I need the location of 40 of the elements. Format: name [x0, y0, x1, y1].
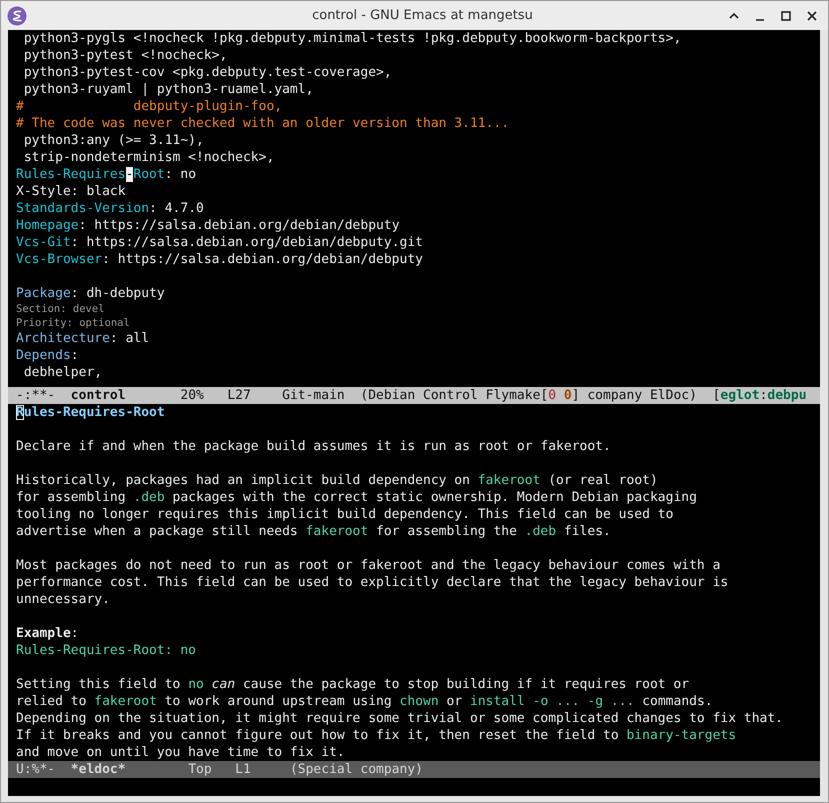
editor-line: Rules-Requires-Root	[16, 404, 165, 421]
editor-line: python3-pytest-cov <pkg.debputy.test-coverage>,	[22, 64, 392, 81]
editor-line: Depends:	[16, 347, 79, 364]
editor-line: tooling no longer requires this implicit build dependency. This field can be used to	[16, 506, 674, 523]
editor-line: Vcs-Git: https://salsa.debian.org/debian/debputy.git	[16, 234, 423, 251]
editor-line: for assembling .deb packages with the correct static ownership. Modern Debian packaging	[16, 489, 697, 506]
editor-line: X-Style: black	[16, 183, 126, 200]
editor-line: debhelper,	[22, 364, 102, 381]
editor-line: and move on until you have time to fix it.	[16, 744, 345, 761]
editor-line: Priority: optional	[16, 316, 130, 330]
editor-line: Homepage: https://salsa.debian.org/debian/debputy	[16, 217, 400, 234]
editor-line: Setting this field to no can cause the package to stop building if it requires root or	[16, 676, 690, 693]
editor-line: python3-pygls <!nocheck !pkg.debputy.minimal-tests !pkg.debputy.bookworm-backports>,	[22, 30, 682, 47]
editor-line: # debputy-plugin-foo,	[16, 98, 282, 115]
editor-line: relied to fakeroot to work around upstream using chown or install -o ... -g ... commands.	[16, 693, 713, 710]
maximize-icon[interactable]	[780, 10, 792, 22]
close-icon[interactable]	[806, 10, 818, 22]
editor-line: Declare if and when the package build assumes it is run as root or fakeroot.	[16, 438, 611, 455]
editor-line: Most packages do not need to run as root or fakeroot and the legacy behaviour comes with a	[16, 557, 720, 574]
editor-line: If it breaks and you cannot figure out how to fix it, then reset the field to binary-targets	[16, 727, 736, 744]
editor-line: python3-ruyaml | python3-ruamel.yaml,	[22, 81, 314, 98]
editor-line: # The code was never checked with an older version than 3.11...	[16, 115, 510, 132]
editor-line: Rules-Requires-Root: no	[16, 642, 196, 659]
editor-line: Standards-Version: 4.7.0	[16, 200, 204, 217]
editor-line: Depending on the situation, it might require some trivial or some complicated changes to fix that.	[16, 710, 784, 727]
editor-line: Vcs-Browser: https://salsa.debian.org/debian/debputy	[16, 251, 423, 268]
editor-line: Architecture: all	[16, 330, 150, 347]
editor-line: Historically, packages had an implicit build dependency on fakeroot (or real root)	[16, 472, 658, 489]
editor-line: Section: devel	[16, 302, 105, 316]
editor-line: advertise when a package still needs fakeroot for assembling the .deb files.	[16, 523, 611, 540]
editor-line: python3:any (>= 3.11~),	[22, 132, 204, 149]
editor-line: unnecessary.	[16, 591, 110, 608]
window-title: control - GNU Emacs at mangetsu	[311, 8, 534, 23]
editor-line: strip-nondeterminism <!nocheck>,	[22, 149, 274, 166]
app-logo-icon	[7, 6, 27, 26]
editor-line: Package: dh-debputy	[16, 285, 165, 302]
editor-line: performance cost. This field can be used to explicitly declare that the legacy behaviour is	[16, 574, 728, 591]
editor-line: Example:	[16, 625, 79, 642]
editor-line: python3-pytest <!nocheck>,	[22, 47, 228, 64]
editor-line: Rules-Requires-Root: no	[16, 166, 196, 183]
